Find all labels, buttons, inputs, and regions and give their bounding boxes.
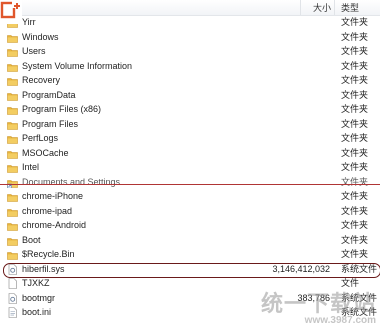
file-name: MSOCache <box>22 147 69 158</box>
file-name: Recovery <box>22 75 61 85</box>
folder-icon <box>7 192 18 202</box>
watermark-title: 统一下载站 <box>260 291 376 316</box>
site-logo <box>0 0 22 24</box>
file-row[interactable]: Users 文件夹 <box>0 44 380 59</box>
folder-shortcut-icon <box>7 178 18 188</box>
file-type: 文件夹 <box>341 104 369 114</box>
type-column-header[interactable]: 类型 <box>341 2 359 14</box>
file-name: chrome-iPhone <box>22 191 84 201</box>
file-name: Users <box>22 46 46 56</box>
file-row[interactable]: ProgramData 文件夹 <box>0 88 380 103</box>
folder-icon <box>7 134 18 144</box>
file-type: 文件夹 <box>341 147 369 158</box>
file-row[interactable]: Windows 文件夹 <box>0 30 380 45</box>
file-name: Program Files (x86) <box>22 104 102 114</box>
file-row[interactable]: $Recycle.Bin 文件夹 <box>0 247 380 262</box>
file-name: Boot <box>22 234 41 245</box>
file-name: chrome-Android <box>22 220 87 230</box>
file-type: 文件夹 <box>341 234 369 245</box>
folder-icon <box>7 120 18 130</box>
folder-icon <box>7 163 18 173</box>
file-name: chrome-ipad <box>22 205 73 216</box>
watermark-url: www.3987.com <box>304 315 376 326</box>
file-name: PerfLogs <box>22 133 59 143</box>
system-file-icon <box>7 292 18 304</box>
file-type: 文件 <box>341 278 360 288</box>
file-name: ProgramData <box>22 89 76 100</box>
file-type: 文件夹 <box>341 17 369 27</box>
folder-icon <box>7 207 18 217</box>
file-type: 文件夹 <box>341 220 369 230</box>
file-type: 文件夹 <box>341 191 369 201</box>
file-type: 文件夹 <box>341 46 369 56</box>
file-row[interactable]: Program Files (x86) 文件夹 <box>0 102 380 117</box>
file-type: 文件夹 <box>341 89 369 100</box>
file-row[interactable]: Program Files 文件夹 <box>0 117 380 132</box>
folder-icon <box>7 76 18 86</box>
folder-icon <box>7 33 18 43</box>
file-name: Windows <box>22 31 59 42</box>
column-header: 大小 类型 <box>0 0 380 16</box>
file-type: 文件夹 <box>341 118 369 129</box>
file-type: 文件夹 <box>341 60 369 71</box>
file-name: Program Files <box>22 118 79 129</box>
file-name: Documents and Settings <box>22 176 121 187</box>
file-row[interactable]: Intel 文件夹 <box>0 160 380 175</box>
file-type: 文件夹 <box>341 249 369 259</box>
site-watermark: 统一下载站 www.3987.com <box>260 291 376 327</box>
file-type: 文件夹 <box>341 205 369 216</box>
highlight-oval <box>3 263 380 278</box>
column-divider[interactable] <box>300 0 301 15</box>
folder-icon <box>7 62 18 72</box>
file-row[interactable]: TJXKZ 文件 <box>0 276 380 291</box>
file-type: 文件夹 <box>341 31 369 42</box>
file-type: 文件夹 <box>341 176 369 187</box>
file-name: $Recycle.Bin <box>22 249 75 259</box>
file-row[interactable]: chrome-iPhone 文件夹 <box>0 189 380 204</box>
file-explorer: 大小 类型 Yirr 文件夹 Windows 文件夹 Users 文件夹 System Vo… <box>0 0 380 328</box>
file-row[interactable]: Yirr 文件夹 <box>0 15 380 30</box>
file-name: boot.ini <box>22 307 52 317</box>
folder-icon <box>7 221 18 231</box>
file-name: TJXKZ <box>22 278 50 288</box>
file-row[interactable]: MSOCache 文件夹 <box>0 146 380 161</box>
file-type: 文件夹 <box>341 162 369 172</box>
file-row[interactable]: chrome-ipad 文件夹 <box>0 204 380 219</box>
folder-icon <box>7 236 18 246</box>
file-type: 文件夹 <box>341 133 369 143</box>
text-file-icon <box>7 307 18 318</box>
folder-icon <box>7 149 18 159</box>
file-name: System Volume Information <box>22 60 133 71</box>
file-row[interactable]: PerfLogs 文件夹 <box>0 131 380 146</box>
file-row[interactable]: Recovery 文件夹 <box>0 73 380 88</box>
file-row[interactable]: System Volume Information 文件夹 <box>0 59 380 74</box>
file-type: 文件夹 <box>341 75 369 85</box>
folder-icon <box>7 91 18 101</box>
file-name: Intel <box>22 162 40 172</box>
file-name: Yirr <box>22 17 36 27</box>
folder-icon <box>7 250 18 260</box>
file-name: bootmgr <box>22 292 56 303</box>
size-column-header[interactable]: 大小 <box>313 2 331 14</box>
folder-icon <box>7 47 18 57</box>
strike-through-mark <box>0 184 380 185</box>
column-divider[interactable] <box>334 0 335 15</box>
file-row[interactable]: Boot 文件夹 <box>0 233 380 248</box>
file-icon <box>7 278 18 289</box>
folder-icon <box>7 105 18 115</box>
file-row[interactable]: Documents and Settings 文件夹 <box>0 175 380 190</box>
file-row[interactable]: chrome-Android 文件夹 <box>0 218 380 233</box>
